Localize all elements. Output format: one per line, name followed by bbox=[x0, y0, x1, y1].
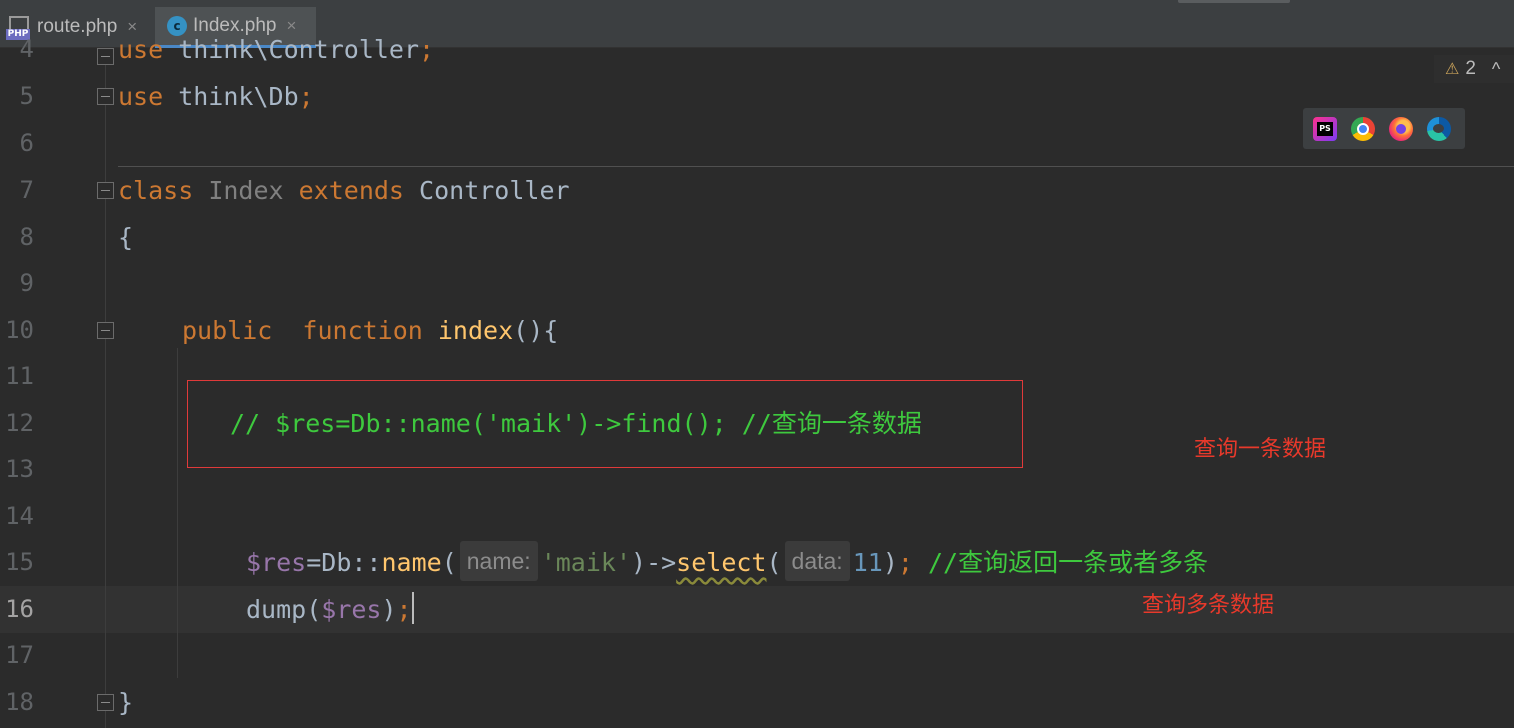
code-line-10: 10 public function index(){ bbox=[0, 307, 1514, 354]
code-editor[interactable]: 4 use think\Controller; 5 use think\Db; … bbox=[0, 35, 1514, 728]
firefox-icon[interactable] bbox=[1389, 116, 1413, 141]
code-line-17: 17 bbox=[0, 632, 1514, 679]
line-number: 6 bbox=[19, 129, 34, 157]
line-number: 8 bbox=[19, 223, 34, 251]
browser-toolbar: PS bbox=[1303, 108, 1465, 149]
code-line-14: 14 bbox=[0, 493, 1514, 540]
code-line-4: 4 use think\Controller; bbox=[0, 26, 1514, 73]
code-line-15: 15 $res=Db::name(name:'maik')->select(da… bbox=[0, 539, 1514, 586]
edge-icon[interactable] bbox=[1427, 116, 1451, 141]
line-number: 18 bbox=[5, 688, 34, 716]
code-text: } bbox=[118, 688, 134, 717]
annotation-multi-query: 查询多条数据 bbox=[1142, 593, 1275, 618]
line-number: 9 bbox=[19, 269, 34, 297]
line-number: 12 bbox=[5, 409, 34, 437]
warning-count: 2 bbox=[1465, 58, 1476, 79]
code-text: { bbox=[118, 223, 134, 252]
code-line-7: 7 class Index extends Controller bbox=[0, 167, 1514, 214]
inspection-widget[interactable]: ⚠ 2 ^ bbox=[1434, 55, 1514, 83]
line-number: 16 bbox=[5, 595, 34, 623]
code-text: dump($res); bbox=[246, 586, 414, 633]
line-number: 13 bbox=[5, 455, 34, 483]
highlight-box bbox=[187, 380, 1023, 468]
code-text: class Index extends Controller bbox=[118, 176, 570, 205]
fold-icon[interactable] bbox=[97, 322, 114, 339]
code-line-8: 8 { bbox=[0, 214, 1514, 261]
fold-icon[interactable] bbox=[97, 48, 114, 65]
code-text: $res=Db::name(name:'maik')->select(data:… bbox=[246, 539, 1208, 586]
code-line-5: 5 use think\Db; bbox=[0, 73, 1514, 120]
text-caret bbox=[411, 592, 414, 624]
line-number: 14 bbox=[5, 502, 34, 530]
chrome-icon[interactable] bbox=[1351, 116, 1375, 141]
annotation-single-query: 查询一条数据 bbox=[1194, 437, 1327, 462]
line-number: 17 bbox=[5, 641, 34, 669]
code-text: public function index(){ bbox=[182, 316, 559, 345]
code-text: use think\Db; bbox=[118, 82, 314, 111]
tab-scrollbar[interactable] bbox=[1178, 0, 1290, 3]
fold-icon[interactable] bbox=[97, 88, 114, 105]
line-number: 15 bbox=[5, 548, 34, 576]
code-line-18: 18 } bbox=[0, 679, 1514, 726]
warning-icon: ⚠ bbox=[1445, 61, 1460, 78]
parameter-hint: name: bbox=[459, 541, 538, 581]
code-line-9: 9 bbox=[0, 260, 1514, 307]
line-number: 11 bbox=[5, 362, 34, 390]
code-line-16: 16 dump($res); bbox=[0, 586, 1514, 633]
chevron-up-icon[interactable]: ^ bbox=[1492, 59, 1500, 80]
fold-icon[interactable] bbox=[97, 182, 114, 199]
parameter-hint: data: bbox=[784, 541, 850, 581]
code-line-6: 6 bbox=[0, 120, 1514, 167]
code-text: use think\Controller; bbox=[118, 35, 435, 64]
line-number: 7 bbox=[19, 176, 34, 204]
fold-icon[interactable] bbox=[97, 694, 114, 711]
line-number: 10 bbox=[5, 316, 34, 344]
line-number: 5 bbox=[19, 82, 34, 110]
line-number: 4 bbox=[19, 35, 34, 63]
phpstorm-icon[interactable]: PS bbox=[1313, 116, 1337, 141]
